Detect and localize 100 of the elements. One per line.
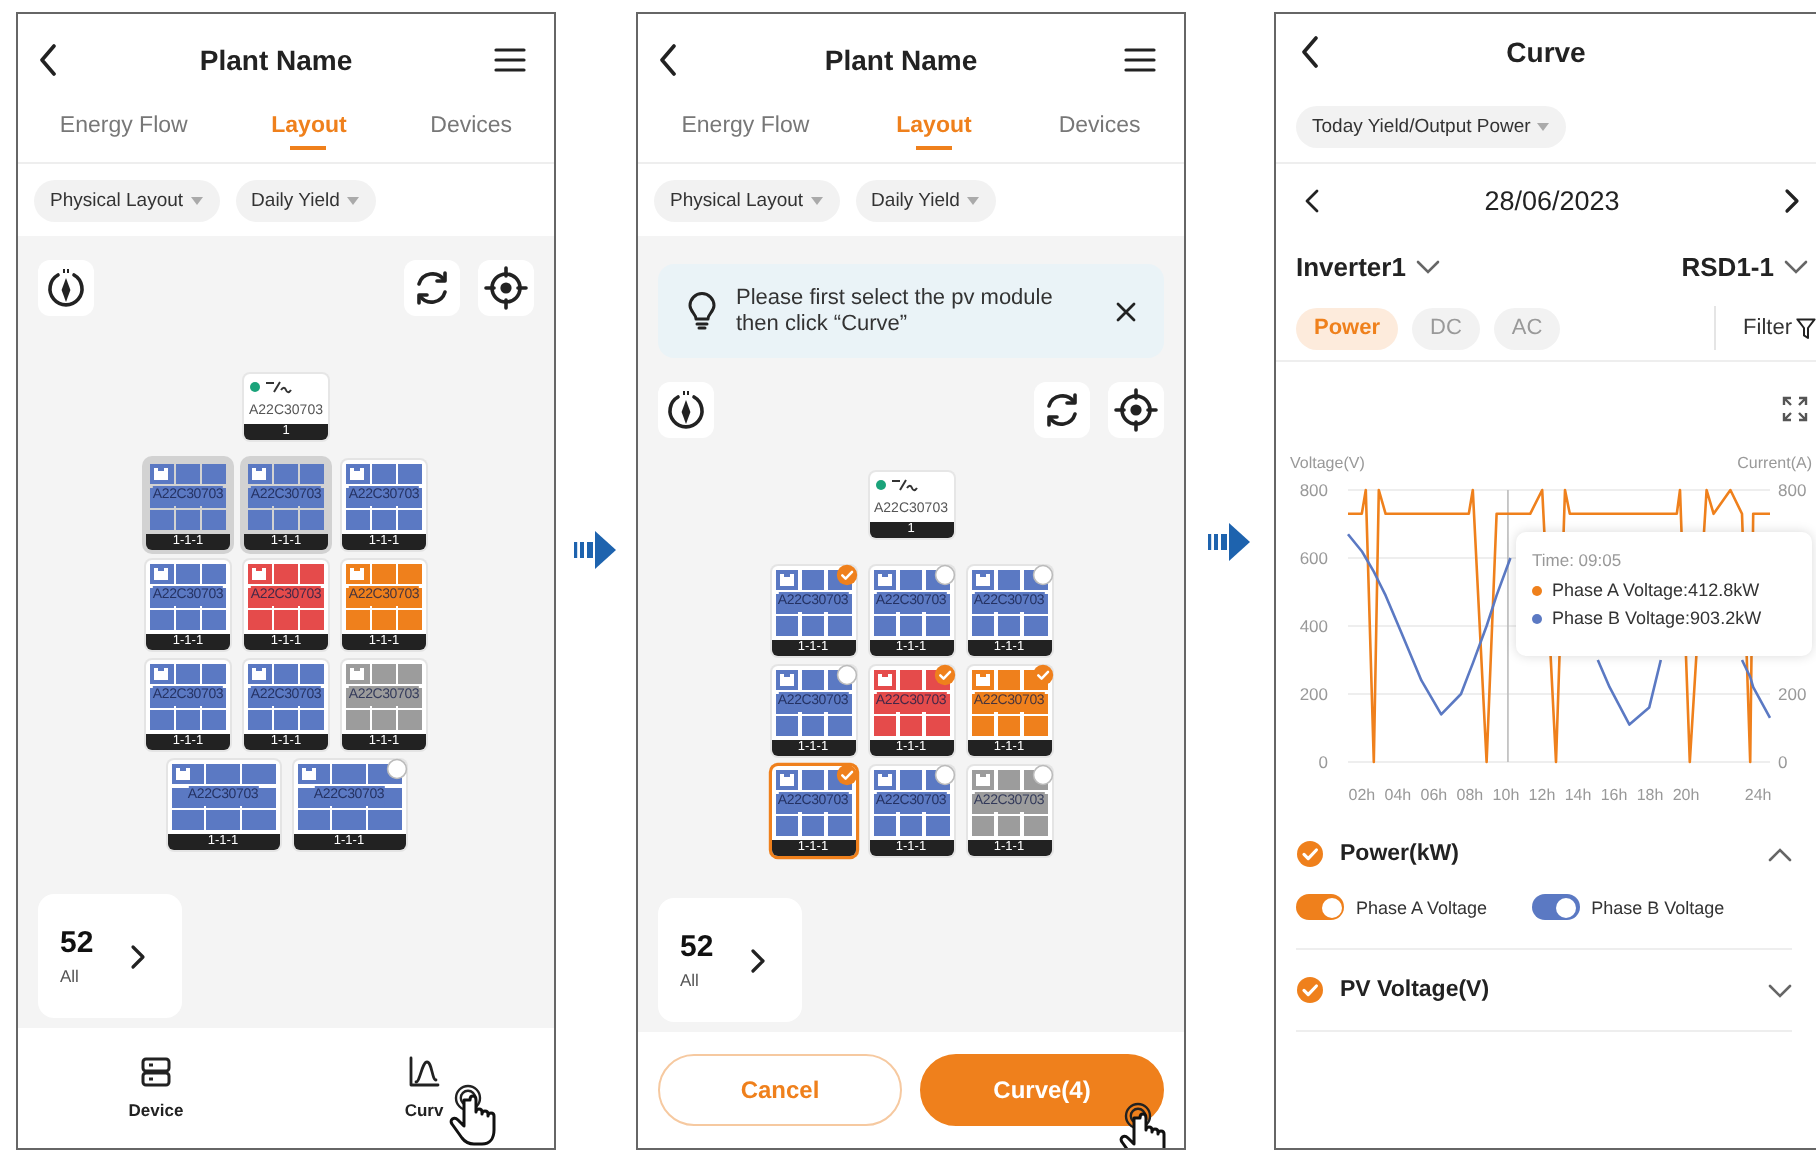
compass-button[interactable] (38, 260, 94, 316)
device-icon (140, 1056, 172, 1088)
toggle-label: Phase B Voltage (1591, 897, 1725, 917)
dropdown[interactable]: Daily Yield (235, 179, 376, 221)
filter-button[interactable]: Filter (1743, 316, 1816, 340)
device-dropdown[interactable]: RSD1-1 (1681, 251, 1808, 281)
tick-label: 04h (1384, 786, 1412, 804)
toggle-label: Phase A Voltage (1356, 897, 1488, 917)
module-icon (877, 774, 891, 786)
tab[interactable]: Devices (430, 106, 513, 150)
locate-button[interactable] (478, 260, 534, 316)
refresh-button[interactable] (404, 260, 460, 316)
dropdown[interactable]: Daily Yield (855, 179, 996, 221)
module-count: 52 (680, 930, 714, 964)
tip-text: Please first select the pv module then click “Curve” (736, 285, 1055, 337)
select-circle[interactable] (385, 758, 407, 780)
chevron-right-icon (749, 947, 766, 973)
module-icon (877, 574, 891, 586)
check-icon[interactable] (835, 764, 857, 786)
tick-label: 06h (1420, 786, 1448, 804)
tab[interactable]: Energy Flow (681, 106, 810, 150)
compass-button[interactable] (658, 382, 714, 438)
flow-arrow-icon (1208, 520, 1252, 564)
menu-icon[interactable] (494, 46, 526, 74)
select-circle[interactable] (933, 764, 955, 786)
select-circle[interactable] (933, 564, 955, 586)
toggle-switch[interactable] (1531, 894, 1580, 920)
tick-label: 0 (1318, 752, 1328, 772)
device-dropdown[interactable]: Inverter1 (1296, 251, 1440, 281)
tooltip-time: Time: 09:05 (1532, 550, 1622, 570)
tick-label: 12h (1528, 786, 1556, 804)
chevron-right-icon (129, 943, 146, 969)
chevron-down-icon (1415, 259, 1440, 273)
count-label: All (60, 966, 81, 986)
module-icon (154, 668, 168, 680)
tab[interactable]: Devices (1058, 106, 1141, 150)
filter-icon (1796, 317, 1816, 339)
check-icon[interactable] (933, 664, 955, 686)
summary-card[interactable]: 52 All (658, 898, 802, 1022)
axis-label: Voltage(V) (1290, 454, 1365, 472)
crosshair-icon (1114, 388, 1158, 432)
check-icon[interactable] (835, 564, 857, 586)
module-icon (350, 568, 364, 580)
next-icon[interactable] (1783, 187, 1800, 213)
screen-title: Plant Name (199, 44, 353, 76)
module-icon (779, 674, 793, 686)
compass-icon (46, 266, 86, 310)
tick-label: 200 (1299, 684, 1328, 704)
compass-icon (666, 388, 706, 432)
toggle-switch[interactable] (1296, 894, 1344, 920)
back-icon[interactable] (1300, 36, 1320, 68)
chevron-up-icon[interactable] (1768, 847, 1792, 861)
tick-label: 600 (1299, 548, 1328, 568)
module-icon (301, 768, 315, 780)
refresh-icon (1042, 390, 1082, 430)
previous-icon[interactable] (1304, 187, 1320, 213)
back-icon[interactable] (658, 44, 678, 76)
dropdown[interactable]: Physical Layout (654, 179, 840, 221)
tick-label: 24h (1744, 786, 1772, 804)
refresh-button[interactable] (1034, 382, 1090, 438)
module-icon (350, 468, 364, 480)
caret-icon (345, 195, 360, 205)
select-circle[interactable] (835, 664, 857, 686)
tooltip-value: Phase B Voltage:903.2kW (1552, 608, 1762, 628)
module-icon (975, 674, 989, 686)
summary-card[interactable]: 52 All (38, 894, 182, 1018)
module-count: 52 (60, 926, 94, 960)
tab[interactable]: Energy Flow (59, 106, 188, 150)
tick-label: 800 (1778, 480, 1807, 500)
check-icon[interactable] (1031, 664, 1053, 686)
tick-label: 18h (1636, 786, 1664, 804)
dropdown[interactable]: Today Yield/Output Power (1296, 105, 1567, 147)
menu-icon[interactable] (1124, 46, 1156, 74)
tick-label: 20h (1672, 786, 1700, 804)
module-icon (175, 768, 189, 780)
chevron-down-icon[interactable] (1768, 983, 1792, 997)
caret-icon (809, 195, 824, 205)
select-circle[interactable] (1031, 564, 1053, 586)
flow-arrow-icon (574, 528, 618, 572)
module-icon (252, 468, 266, 480)
curve-icon (408, 1056, 440, 1088)
locate-button[interactable] (1108, 382, 1164, 438)
caret-icon (1536, 121, 1551, 131)
module-icon (779, 574, 793, 586)
screen-title: Plant Name (824, 44, 978, 76)
group-checkbox[interactable] (1296, 976, 1324, 1004)
inverter-icon (264, 380, 292, 394)
fullscreen-icon[interactable] (1782, 396, 1808, 422)
back-icon[interactable] (38, 44, 58, 76)
tick-label: 10h (1492, 786, 1520, 804)
nav-item[interactable]: Curv (404, 1056, 444, 1120)
tooltip-value: Phase A Voltage:412.8kW (1552, 580, 1760, 600)
nav-item[interactable]: Device (128, 1056, 184, 1120)
close-icon[interactable] (1116, 301, 1136, 321)
caret-icon (189, 195, 204, 205)
group-checkbox[interactable] (1296, 840, 1324, 868)
dropdown[interactable]: Physical Layout (34, 179, 220, 221)
tick-label: 08h (1456, 786, 1484, 804)
tick-label: 0 (1778, 752, 1788, 772)
module-icon (975, 774, 989, 786)
